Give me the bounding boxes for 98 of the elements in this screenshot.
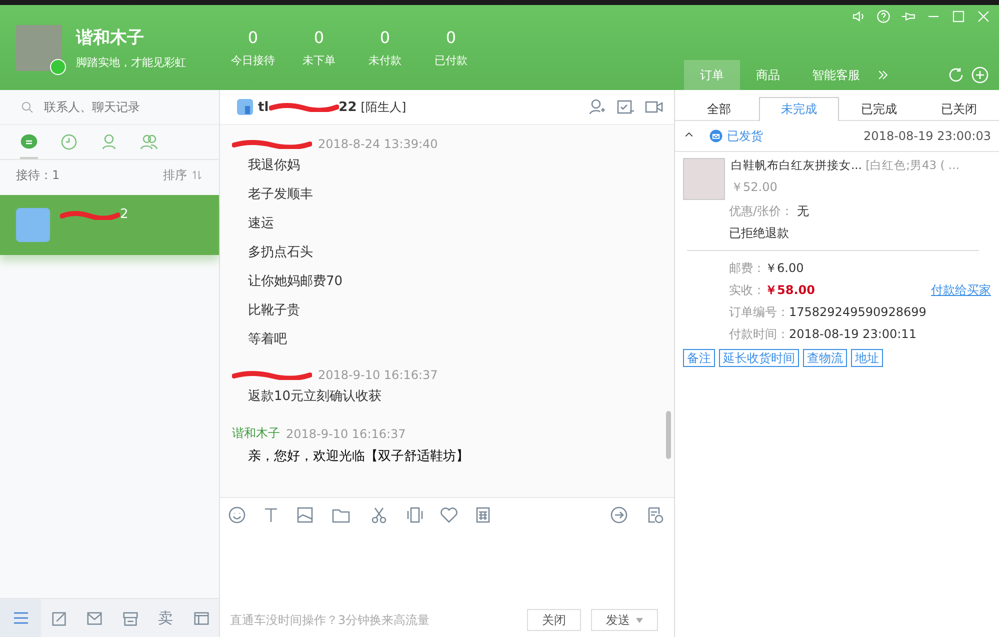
sort-button[interactable]: 排序	[163, 166, 187, 184]
stat-label: 未付款	[368, 52, 402, 68]
message-time: 2018-8-24 13:39:40	[318, 137, 438, 151]
product-photo-placeholder	[683, 158, 725, 200]
heart-icon[interactable]	[440, 506, 458, 524]
sender-name: 谐和木子	[232, 425, 280, 442]
order-action-button[interactable]: 查物流	[803, 349, 847, 367]
contact-name: 2	[120, 207, 128, 222]
order-tab[interactable]: 已完成	[839, 97, 919, 120]
people-icon[interactable]	[140, 133, 158, 151]
panel-tab[interactable]: 智能客服	[796, 60, 876, 90]
contact-tab[interactable]	[20, 133, 38, 159]
order-action-button[interactable]: 延长收货时间	[719, 349, 799, 367]
add-person-icon[interactable]	[588, 98, 606, 116]
clock-icon[interactable]	[60, 133, 78, 151]
font-icon[interactable]	[262, 506, 280, 524]
profile-name: 谐和木子	[76, 26, 145, 48]
received-value: ￥58.00	[765, 282, 815, 299]
contact-avatar	[16, 208, 50, 242]
close-icon[interactable]	[976, 9, 991, 24]
person-icon[interactable]	[100, 133, 118, 151]
search-icon	[20, 100, 34, 114]
message-time: 2018-9-10 16:16:37	[318, 368, 438, 382]
help-icon[interactable]	[876, 9, 891, 24]
vibrate-icon[interactable]	[406, 506, 424, 524]
order-tab[interactable]: 已关闭	[919, 97, 999, 120]
message-time: 2018-9-10 16:16:37	[286, 426, 406, 440]
contact-item[interactable]: 2	[0, 195, 219, 255]
stat-value: 0	[246, 28, 260, 46]
emoji-icon[interactable]	[228, 506, 246, 524]
message-text: 老子发顺丰	[247, 186, 314, 204]
send-button[interactable]: 发送	[591, 609, 658, 631]
order-number-label: 订单编号：	[729, 304, 789, 321]
paid-time: 2018-08-19 23:00:11	[789, 326, 916, 343]
scrollbar-thumb[interactable]	[666, 411, 671, 459]
close-button[interactable]: 关闭	[527, 609, 581, 631]
paid-time-label: 付款时间：	[729, 326, 789, 343]
stat-value: 0	[378, 28, 392, 46]
sell-tool[interactable]: 卖	[148, 599, 184, 637]
calculator-icon[interactable]	[474, 506, 492, 524]
search-field[interactable]: 联系人、聊天记录	[42, 99, 206, 115]
order-action-button[interactable]: 地址	[851, 349, 883, 367]
maximize-icon[interactable]	[951, 9, 966, 24]
product-spec: [白红色;男43 ( ...	[866, 158, 960, 172]
caret-icon	[636, 618, 643, 622]
envelope-icon[interactable]	[86, 610, 104, 626]
stat-label: 今日接待	[230, 52, 276, 68]
chat-name-start: tl	[258, 100, 269, 114]
sort-icon[interactable]	[191, 169, 203, 181]
chat-name-end: 22	[338, 100, 357, 114]
message-text: 我退你妈	[247, 157, 301, 175]
order-tab[interactable]: 全部	[679, 97, 759, 120]
stat-value: 0	[312, 28, 326, 46]
phone-chat-icon	[236, 98, 254, 116]
double-chevron-icon[interactable]	[876, 68, 890, 82]
message-text: 亲，您好，欢迎光临【双子舒适鞋坊】	[247, 448, 470, 466]
store-icon[interactable]	[122, 610, 139, 626]
ad-hint[interactable]: 直通车没时间操作？3分钟换来高流量	[230, 612, 517, 628]
shipping-value: ￥6.00	[765, 260, 804, 277]
stat-value: 0	[444, 28, 458, 46]
stat-label: 未下单	[302, 52, 336, 68]
discount-value: 无	[796, 203, 809, 220]
message-text: 速运	[247, 215, 275, 233]
shipping-label: 邮费：	[729, 260, 765, 277]
order-action-button[interactable]: 备注	[683, 349, 715, 367]
product-price: ￥52.00	[731, 179, 778, 196]
tool-tab[interactable]	[0, 599, 42, 637]
order-number: 175829249590928699	[789, 304, 926, 321]
stat-label: 已付款	[434, 52, 468, 68]
message-text: 让你她妈邮费70	[247, 273, 344, 291]
order-tab[interactable]: 未完成	[759, 97, 839, 121]
message-text: 等着吧	[247, 331, 288, 349]
stranger-tag: [陌生人]	[360, 98, 406, 116]
refresh-icon[interactable]	[947, 66, 965, 84]
discount-label: 优惠/张价：	[729, 203, 794, 220]
image-icon[interactable]	[296, 506, 314, 524]
compose-icon[interactable]	[50, 610, 68, 626]
order-status: 已发货	[727, 128, 763, 144]
refund-status: 已拒绝退款	[729, 225, 789, 242]
profile-motto: 脚踏实地，才能见彩虹	[76, 54, 186, 70]
received-label: 实收：	[729, 282, 765, 299]
pay-buyer-link[interactable]: 付款给买家	[931, 279, 991, 301]
add-icon[interactable]	[971, 66, 989, 84]
queue-count: 接待：1	[16, 166, 60, 184]
message-text: 多扔点石头	[247, 244, 314, 262]
window-icon[interactable]	[192, 610, 210, 626]
product-title[interactable]: 白鞋帆布白红灰拼接女...	[731, 158, 862, 172]
order-time: 2018-08-19 23:00:03	[864, 129, 991, 143]
redaction-scribble	[268, 102, 339, 112]
panel-tab[interactable]: 订单	[684, 60, 740, 90]
chat-icon[interactable]	[20, 133, 38, 151]
message-text: 比靴子贵	[247, 302, 301, 320]
panel-tab[interactable]: 商品	[740, 60, 796, 90]
speaker-icon[interactable]	[851, 9, 866, 24]
status-icon	[709, 129, 723, 143]
message-text: 返款10元立刻确认收获	[247, 388, 383, 406]
forward-icon[interactable]	[610, 506, 628, 524]
redaction-scribble	[60, 210, 120, 220]
